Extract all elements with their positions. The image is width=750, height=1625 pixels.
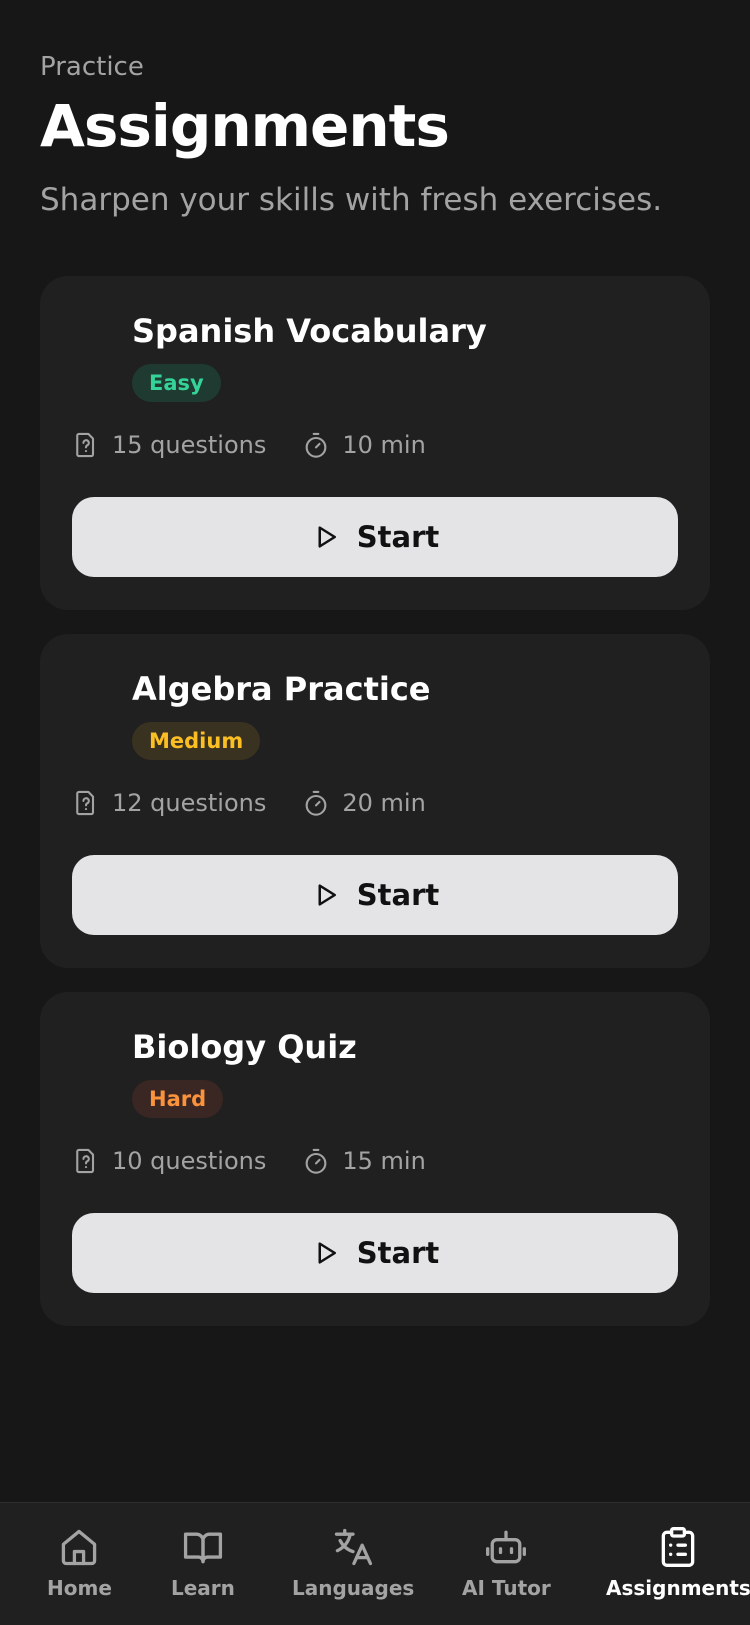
tab-home[interactable]: Home [47, 1525, 112, 1600]
question-count: 10 questions [72, 1147, 266, 1175]
duration-label: 10 min [342, 431, 426, 459]
assignment-title: Spanish Vocabulary [132, 312, 487, 350]
question-count-label: 15 questions [112, 431, 267, 459]
tab-ai-tutor[interactable]: AI Tutor [462, 1525, 551, 1600]
play-icon [318, 884, 336, 906]
start-button[interactable]: Start [72, 497, 678, 577]
section-eyebrow: Practice [40, 52, 144, 82]
duration: 10 min [302, 431, 426, 459]
play-icon [318, 526, 336, 548]
tab-languages[interactable]: Languages [292, 1525, 414, 1600]
tab-assignments[interactable]: Assignments [606, 1525, 750, 1600]
tab-ai-tutor-label: AI Tutor [462, 1576, 551, 1600]
start-button-label: Start [356, 878, 440, 912]
assignment-card: Algebra Practice Medium 12 questions 20 … [40, 634, 710, 968]
assignment-title: Biology Quiz [132, 1028, 357, 1066]
difficulty-badge: Easy [132, 364, 221, 402]
start-button-label: Start [356, 520, 440, 554]
start-button-label: Start [356, 1236, 440, 1270]
question-file-icon [76, 432, 95, 458]
tab-learn-label: Learn [171, 1576, 235, 1600]
tab-languages-label: Languages [292, 1576, 415, 1600]
assignment-card: Spanish Vocabulary Easy 15 questions 10 … [40, 276, 710, 610]
question-count: 12 questions [72, 789, 266, 817]
translate-icon [335, 1528, 373, 1566]
assignment-meta: 15 questions 10 min [72, 428, 426, 462]
difficulty-badge: Hard [132, 1080, 224, 1118]
stopwatch-icon [305, 790, 327, 816]
duration-label: 20 min [342, 789, 426, 817]
assignment-meta: 12 questions 20 min [72, 786, 426, 820]
question-file-icon [76, 1148, 95, 1174]
book-open-icon [183, 1532, 223, 1564]
stopwatch-icon [305, 432, 327, 458]
page-title: Assignments [40, 92, 450, 160]
duration: 20 min [302, 789, 426, 817]
assignment-card: Biology Quiz Hard 10 questions 15 min St… [40, 992, 710, 1326]
stopwatch-icon [305, 1148, 327, 1174]
question-file-icon [76, 790, 95, 816]
duration: 15 min [302, 1147, 426, 1175]
assignment-meta: 10 questions 15 min [72, 1144, 426, 1178]
home-icon [62, 1529, 97, 1566]
bottom-tab-bar: Home Learn Languages AI Tutor Assignment… [0, 1502, 750, 1625]
question-count: 15 questions [72, 431, 266, 459]
question-count-label: 12 questions [112, 789, 267, 817]
bot-icon [486, 1530, 527, 1564]
clipboard-list-icon [662, 1527, 695, 1567]
tab-home-label: Home [47, 1576, 112, 1600]
question-count-label: 10 questions [112, 1147, 267, 1175]
duration-label: 15 min [342, 1147, 426, 1175]
tab-assignments-label: Assignments [606, 1576, 750, 1600]
difficulty-badge: Medium [132, 722, 261, 760]
tab-learn[interactable]: Learn [171, 1525, 235, 1600]
play-icon [318, 1242, 336, 1264]
start-button[interactable]: Start [72, 1213, 678, 1293]
assignment-title: Algebra Practice [132, 670, 431, 708]
start-button[interactable]: Start [72, 855, 678, 935]
page-subtitle: Sharpen your skills with fresh exercises… [40, 182, 663, 218]
